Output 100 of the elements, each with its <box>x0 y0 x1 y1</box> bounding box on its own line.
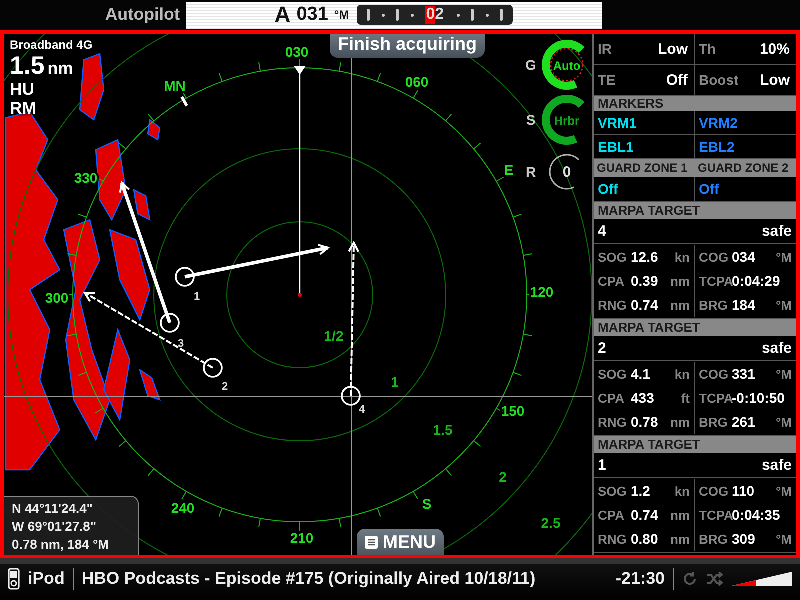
radar-source: Broadband 4G <box>10 38 93 52</box>
guard-zone-value[interactable]: Off <box>699 181 720 197</box>
stat-unit: °M <box>776 250 792 264</box>
stat-label: COG <box>699 366 729 382</box>
marker-label[interactable]: VRM1 <box>598 114 637 130</box>
volume-slider[interactable] <box>732 569 792 589</box>
target-label: 3 <box>178 338 184 350</box>
radar-display[interactable]: 030 060 120 150 210 240 300 330 MN E S 1/2 1 1.5 2 2.5 1 2 3 4 G Auto S Hrbr R 0 Broadband 4G 1.5 nm HU RM Finish acquiring N 44°11'24.4" W 69°01'27.8" 0.78 nm, 184 °M MENU <box>4 34 592 555</box>
stat-unit: °M <box>776 298 792 312</box>
stat-label: BRG <box>699 298 729 312</box>
range-value: 1.5 <box>10 52 45 80</box>
range-ring-label: 2.5 <box>541 515 561 531</box>
range-ring-label: 1.5 <box>433 422 453 438</box>
own-vessel-dot <box>298 293 302 297</box>
stat-label: BRG <box>699 532 729 546</box>
shuffle-icon[interactable] <box>706 571 724 587</box>
menu-button[interactable]: MENU <box>357 529 444 555</box>
stat-unit: nm <box>670 274 690 288</box>
bearing-label: S <box>422 496 432 512</box>
setting-value[interactable]: 10% <box>760 40 790 58</box>
setting-label: TE <box>598 72 616 88</box>
marker-label[interactable]: VRM2 <box>699 114 738 130</box>
status-banner: Finish acquiring <box>330 34 486 58</box>
ipod-icon <box>8 568 20 590</box>
stat-label: SOG <box>598 484 628 498</box>
dial-value: Auto <box>553 59 581 73</box>
section-header: MARPA TARGET <box>594 436 796 453</box>
stat-value: 0.80 <box>631 531 660 547</box>
stat-value: 331 <box>732 366 756 382</box>
target-label: 2 <box>222 381 228 393</box>
target-vector[interactable] <box>119 181 180 333</box>
range-ring-label: 2 <box>499 469 507 485</box>
bearing-label: 060 <box>405 74 429 90</box>
setting-value[interactable]: Low <box>760 72 790 88</box>
stat-value: 184 <box>732 297 756 313</box>
radar-echo <box>138 368 161 401</box>
marker-label[interactable]: EBL2 <box>699 138 735 154</box>
stat-unit: kn <box>674 484 690 498</box>
guard-zone-title: GUARD ZONE 2 <box>697 160 790 177</box>
target-vector[interactable] <box>83 292 223 378</box>
stat-value: 110 <box>732 483 756 499</box>
stat-unit: °M <box>776 366 792 382</box>
stat-unit: kn <box>674 366 690 382</box>
stat-unit: nm <box>670 508 690 522</box>
stat-value: 0:04:29 <box>732 273 782 289</box>
stat-unit: ft <box>681 390 690 406</box>
radar-echo <box>147 118 161 141</box>
bearing-label: 150 <box>501 403 525 419</box>
autopilot-label: Autopilot <box>104 5 181 25</box>
radar-echo <box>79 53 105 121</box>
range-ring-label: 1/2 <box>324 328 344 344</box>
target-vector[interactable] <box>175 244 330 287</box>
dial-ring-icon <box>550 48 584 82</box>
stat-value: 261 <box>732 414 756 430</box>
stat-label: COG <box>699 484 729 498</box>
repeat-icon[interactable] <box>682 571 698 587</box>
bearing-label: 030 <box>285 44 309 60</box>
marker-label[interactable]: EBL1 <box>598 138 634 154</box>
control-letter: G <box>526 57 536 73</box>
stat-unit: nm <box>670 414 690 430</box>
stat-label: CPA <box>598 274 626 288</box>
media-source[interactable]: iPod <box>28 569 65 589</box>
heading-value: 031 <box>296 4 328 26</box>
stat-label: CPA <box>598 390 626 406</box>
stat-unit: kn <box>674 250 690 264</box>
guard-zone-title: GUARD ZONE 1 <box>596 160 689 177</box>
stat-label: BRG <box>699 414 729 430</box>
stat-unit: °M <box>776 532 792 546</box>
stat-unit: °M <box>776 484 792 498</box>
guard-zone-value[interactable]: Off <box>598 181 618 197</box>
stat-label: RNG <box>598 532 628 546</box>
section-header: MARPA TARGET <box>594 202 796 219</box>
target-label: 4 <box>358 404 366 416</box>
rudder-reading: 02 <box>425 6 446 24</box>
setting-label: Th <box>699 41 716 57</box>
menu-icon <box>365 536 378 548</box>
stat-value: 1.2 <box>631 483 652 499</box>
stat-label: RNG <box>598 298 628 312</box>
dial-value: Hrbr <box>554 114 580 128</box>
target-label: 1 <box>194 291 200 303</box>
setting-value[interactable]: Low <box>658 40 688 58</box>
target-status: safe <box>762 340 792 356</box>
bearing-label: 210 <box>290 530 314 546</box>
gain-dial-arc[interactable] <box>549 154 580 190</box>
control-letter: R <box>526 164 536 180</box>
stat-value: 12.6 <box>631 249 660 265</box>
bearing-label: 120 <box>530 284 554 300</box>
cursor-info-line: W 69°01'27.8" <box>12 519 98 534</box>
gain-dial-arc[interactable] <box>542 40 584 90</box>
target-status: safe <box>762 456 792 474</box>
gain-dial-arc[interactable] <box>542 95 584 145</box>
radar-echo <box>133 188 151 222</box>
orientation-mode: HU <box>10 80 36 99</box>
setting-value[interactable]: Off <box>666 72 688 88</box>
stat-label: SOG <box>598 250 628 264</box>
stat-unit: nm <box>670 532 690 546</box>
target-id: 2 <box>598 340 606 356</box>
cursor-info-line: 0.78 nm, 184 °M <box>12 537 110 552</box>
control-letter: S <box>526 112 536 128</box>
autopilot-heading-bar[interactable]: A 031 °M 02 <box>186 2 602 28</box>
